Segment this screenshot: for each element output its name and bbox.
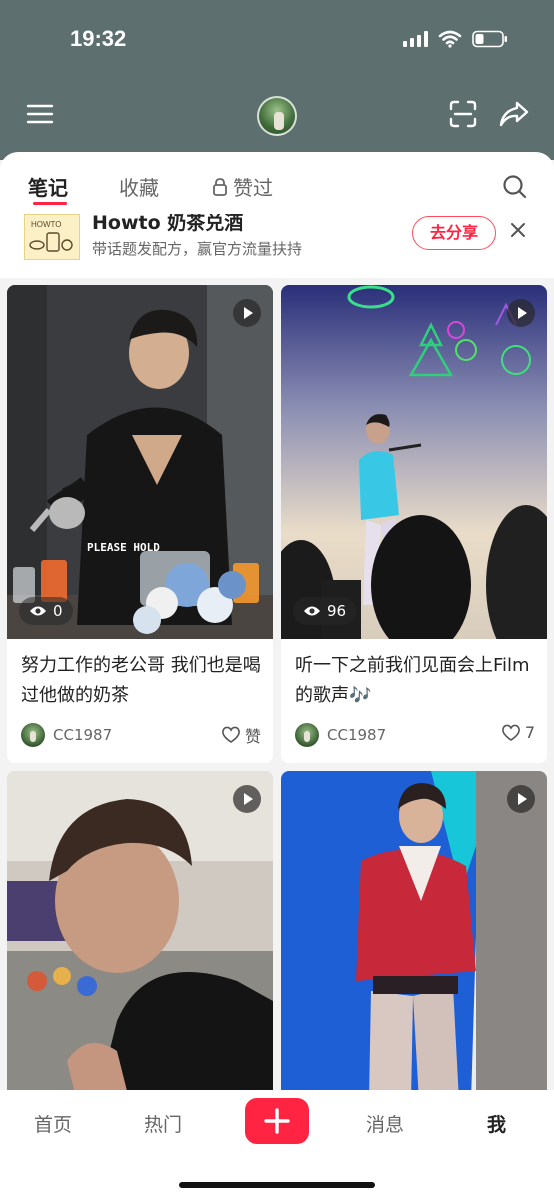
- heart-icon: [222, 726, 240, 743]
- nav-home[interactable]: 首页: [34, 1110, 72, 1137]
- scan-icon: [449, 100, 477, 128]
- banner-title: Howto 奶茶兑酒: [92, 214, 244, 234]
- note-title: 努力工作的老公哥 我们也是喝过他做的奶茶: [21, 655, 261, 706]
- note-card[interactable]: [281, 771, 547, 1101]
- note-cover-image: 96: [281, 285, 547, 639]
- video-play-icon: [233, 299, 261, 327]
- author-avatar: [295, 723, 319, 747]
- view-count: 96: [327, 602, 347, 620]
- video-play-icon: [507, 299, 535, 327]
- nav-hot[interactable]: 热门: [144, 1110, 182, 1137]
- video-play-icon: [507, 785, 535, 813]
- note-title: 听一下之前我们见面会上Film的歌声🎶: [295, 655, 530, 706]
- tab-liked-label: 赞过: [233, 176, 273, 200]
- content-tabs: 笔记 收藏 赞过: [0, 152, 554, 222]
- like-count: 7: [524, 723, 535, 742]
- like-button[interactable]: 赞: [221, 723, 261, 747]
- profile-header: 19:32: [0, 0, 554, 160]
- tab-liked[interactable]: 赞过: [211, 172, 273, 201]
- close-icon: [511, 223, 525, 237]
- lock-icon: [213, 177, 227, 196]
- close-banner-button[interactable]: [508, 220, 528, 240]
- scan-button[interactable]: [445, 96, 481, 132]
- video-play-icon: [233, 785, 261, 813]
- home-indicator: [179, 1182, 375, 1188]
- menu-icon: [26, 104, 54, 124]
- status-icons: [403, 30, 508, 48]
- note-author[interactable]: CC1987: [21, 723, 112, 747]
- note-card[interactable]: [7, 771, 273, 1101]
- plus-icon: [264, 1108, 290, 1134]
- menu-button[interactable]: [22, 96, 58, 132]
- screen: 19:32 笔记 收藏 赞过 HOWTO Howto 奶茶兑酒 带话题发配方，赢…: [0, 0, 554, 1200]
- banner-subtitle: 带话题发配方，赢官方流量扶持: [92, 240, 303, 258]
- like-count: 赞: [244, 727, 261, 746]
- battery-icon: [472, 30, 508, 48]
- eye-icon: [30, 606, 46, 616]
- note-cover-image: [7, 771, 273, 1101]
- search-icon: [503, 175, 527, 199]
- go-share-button[interactable]: 去分享: [412, 216, 496, 250]
- nav-messages[interactable]: 消息: [366, 1110, 404, 1137]
- nav-me[interactable]: 我: [487, 1110, 506, 1137]
- svg-text:HOWTO: HOWTO: [31, 220, 62, 229]
- wifi-icon: [438, 30, 462, 48]
- note-cover-image: PLEASE HOLD 0: [7, 285, 273, 639]
- status-time: 19:32: [70, 26, 127, 51]
- create-post-button[interactable]: [245, 1098, 309, 1144]
- view-count-badge: 96: [293, 597, 357, 625]
- author-name: CC1987: [327, 726, 387, 744]
- author-avatar: [21, 723, 45, 747]
- campaign-banner[interactable]: HOWTO Howto 奶茶兑酒 带话题发配方，赢官方流量扶持 去分享: [0, 214, 554, 278]
- tab-notes[interactable]: 笔记: [28, 172, 68, 201]
- share-arrow-icon: [499, 101, 529, 127]
- author-name: CC1987: [53, 726, 113, 744]
- note-cover-image: [281, 771, 547, 1101]
- view-count: 0: [53, 602, 63, 620]
- bottom-navigation: 首页 热门 消息 我: [0, 1090, 554, 1200]
- like-button[interactable]: 7: [501, 723, 535, 742]
- avatar[interactable]: [257, 96, 297, 136]
- note-card[interactable]: PLEASE HOLD 0 努力工作的老公哥 我们也是喝过他做的奶茶 CC198…: [7, 285, 273, 763]
- eye-icon: [304, 606, 320, 616]
- search-button[interactable]: [500, 172, 530, 202]
- heart-icon: [501, 724, 520, 741]
- note-card[interactable]: 96 听一下之前我们见面会上Film的歌声🎶 CC1987 7: [281, 285, 547, 763]
- active-tab-indicator: [33, 202, 67, 205]
- tab-collections[interactable]: 收藏: [119, 172, 159, 201]
- view-count-badge: 0: [19, 597, 73, 625]
- banner-thumbnail: HOWTO: [24, 214, 80, 260]
- svg-text:PLEASE HOLD: PLEASE HOLD: [87, 541, 160, 554]
- share-profile-button[interactable]: [496, 96, 532, 132]
- signal-icon: [403, 31, 428, 47]
- note-author[interactable]: CC1987: [295, 723, 386, 747]
